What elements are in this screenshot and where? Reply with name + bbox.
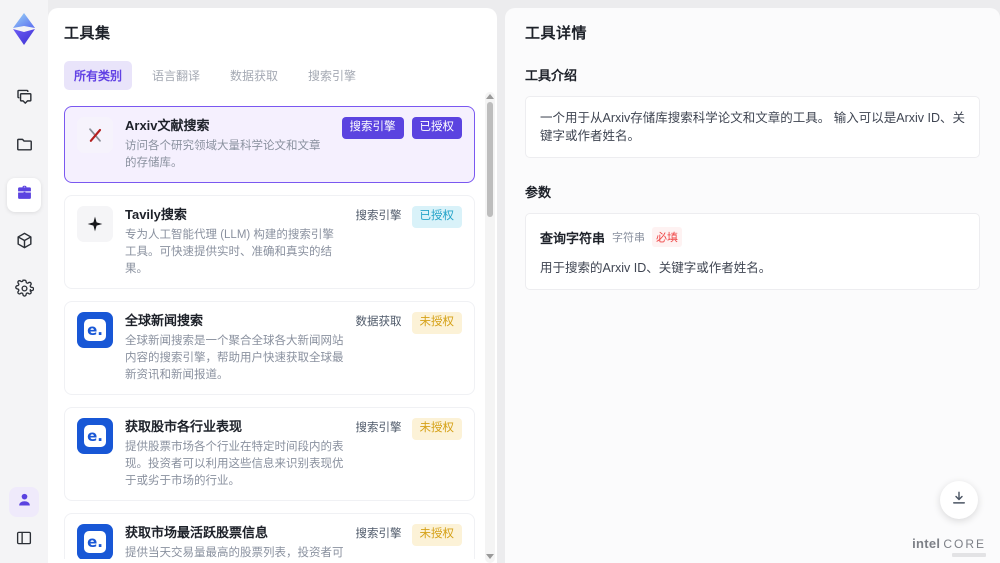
params-heading: 参数	[525, 185, 552, 200]
gear-icon	[14, 279, 34, 303]
core-wordmark: core	[943, 537, 986, 551]
tool-name: Arxiv文献搜索	[125, 118, 210, 133]
news-e-logo-icon: e.	[77, 524, 113, 559]
category-badge: 数据获取	[355, 316, 402, 328]
person-icon	[16, 491, 33, 513]
user-avatar[interactable]	[9, 487, 39, 517]
tool-card-active-stocks[interactable]: e. 获取市场最活跃股票信息 提供当天交易量最高的股票列表，投资者可以利用这些信…	[64, 513, 475, 559]
category-badge: 搜索引擎	[341, 117, 404, 139]
param-required-badge: 必填	[652, 227, 683, 247]
tool-card-tavily[interactable]: Tavily搜索 专为人工智能代理 (LLM) 构建的搜索引擎工具。可快速提供实…	[64, 195, 475, 289]
sidebar-item-chat[interactable]	[7, 82, 41, 116]
collapse-sidebar-button[interactable]	[11, 527, 37, 553]
param-type: 字符串	[612, 232, 646, 244]
tool-description: 提供股票市场各个行业在特定时间段内的表现。投资者可以利用这些信息来识别表现优于或…	[125, 441, 344, 487]
tools-list-panel: 工具集 所有类别 语言翻译 数据获取 搜索引擎 Arxiv文献搜索 访问各个研究…	[48, 8, 497, 563]
auth-status-badge: 未授权	[411, 418, 462, 440]
tool-intro-text: 一个用于从Arxiv存储库搜索科学论文和文章的工具。 输入可以是Arxiv ID…	[525, 96, 980, 158]
app-logo-icon[interactable]	[8, 12, 40, 46]
scrollbar-down-arrow[interactable]	[486, 554, 494, 559]
tool-description: 全球新闻搜索是一个聚合全球各大新闻网站内容的搜索引擎，帮助用户快速获取全球最新资…	[125, 335, 344, 381]
tavily-star-icon	[77, 206, 113, 242]
app-window: 工具集 所有类别 语言翻译 数据获取 搜索引擎 Arxiv文献搜索 访问各个研究…	[0, 0, 1000, 563]
tool-details-panel: 工具详情 工具介绍 一个用于从Arxiv存储库搜索科学论文和文章的工具。 输入可…	[505, 8, 1000, 563]
news-e-logo-icon: e.	[77, 312, 113, 348]
tool-name: Tavily搜索	[125, 207, 187, 222]
intel-logo-subline	[952, 553, 986, 557]
tool-name: 全球新闻搜索	[125, 313, 204, 328]
news-e-logo-icon: e.	[77, 418, 113, 454]
tab-language-translation[interactable]: 语言翻译	[142, 61, 210, 90]
category-badge: 搜索引擎	[355, 528, 402, 540]
auth-status-badge: 未授权	[411, 312, 462, 334]
parameter-item: 查询字符串 字符串 必填 用于搜索的Arxiv ID、关键字或作者姓名。	[525, 213, 980, 290]
chat-icon	[15, 87, 34, 111]
sidebar-item-settings[interactable]	[7, 274, 41, 308]
tool-card-list: Arxiv文献搜索 访问各个研究领域大量科学论文和文章的存储库。 搜索引擎 已授…	[48, 104, 497, 559]
briefcase-icon	[15, 183, 34, 207]
list-scrollbar	[485, 92, 495, 563]
tab-search-engine[interactable]: 搜索引擎	[298, 61, 366, 90]
auth-status-badge: 已授权	[411, 206, 462, 228]
sidebar-nav	[7, 82, 41, 308]
details-title: 工具详情	[525, 25, 588, 42]
tool-card-global-news[interactable]: e. 全球新闻搜索 全球新闻搜索是一个聚合全球各大新闻网站内容的搜索引擎，帮助用…	[64, 301, 475, 395]
param-name: 查询字符串	[540, 230, 606, 246]
category-badge: 搜索引擎	[355, 210, 402, 222]
tool-name: 获取股市各行业表现	[125, 419, 243, 434]
tab-all-categories[interactable]: 所有类别	[64, 61, 133, 90]
intel-wordmark: intel	[912, 536, 941, 551]
category-tabs: 所有类别 语言翻译 数据获取 搜索引擎	[64, 61, 481, 90]
intro-heading: 工具介绍	[525, 68, 578, 83]
folder-icon	[15, 135, 34, 159]
param-description: 用于搜索的Arxiv ID、关键字或作者姓名。	[540, 261, 772, 275]
page-title: 工具集	[64, 25, 111, 42]
download-button[interactable]	[940, 481, 978, 519]
category-badge: 搜索引擎	[355, 422, 402, 434]
scrollbar-thumb[interactable]	[487, 102, 493, 217]
intel-core-logo: intel core	[912, 536, 986, 551]
tool-name: 获取市场最活跃股票信息	[125, 525, 269, 540]
tool-description: 访问各个研究领域大量科学论文和文章的存储库。	[125, 140, 321, 169]
arxiv-logo-icon	[77, 117, 113, 153]
auth-status-badge: 已授权	[411, 117, 462, 139]
tool-card-arxiv[interactable]: Arxiv文献搜索 访问各个研究领域大量科学论文和文章的存储库。 搜索引擎 已授…	[64, 106, 475, 183]
sidebar-item-packages[interactable]	[7, 226, 41, 260]
tool-description: 提供当天交易量最高的股票列表，投资者可以利用这些信息来识别流动性强的股票和潜在的…	[125, 547, 344, 559]
auth-status-badge: 未授权	[411, 524, 462, 546]
scrollbar-up-arrow[interactable]	[486, 94, 494, 99]
sidebar	[0, 0, 48, 563]
download-icon	[950, 489, 968, 512]
sidebar-item-files[interactable]	[7, 130, 41, 164]
tool-description: 专为人工智能代理 (LLM) 构建的搜索引擎工具。可快速提供实时、准确和真实的结…	[125, 229, 334, 275]
sidebar-item-toolbox[interactable]	[7, 178, 41, 212]
panel-collapse-icon	[15, 529, 33, 552]
tab-data-acquisition[interactable]: 数据获取	[220, 61, 288, 90]
tool-card-sector-performance[interactable]: e. 获取股市各行业表现 提供股票市场各个行业在特定时间段内的表现。投资者可以利…	[64, 407, 475, 501]
cube-icon	[15, 231, 34, 255]
